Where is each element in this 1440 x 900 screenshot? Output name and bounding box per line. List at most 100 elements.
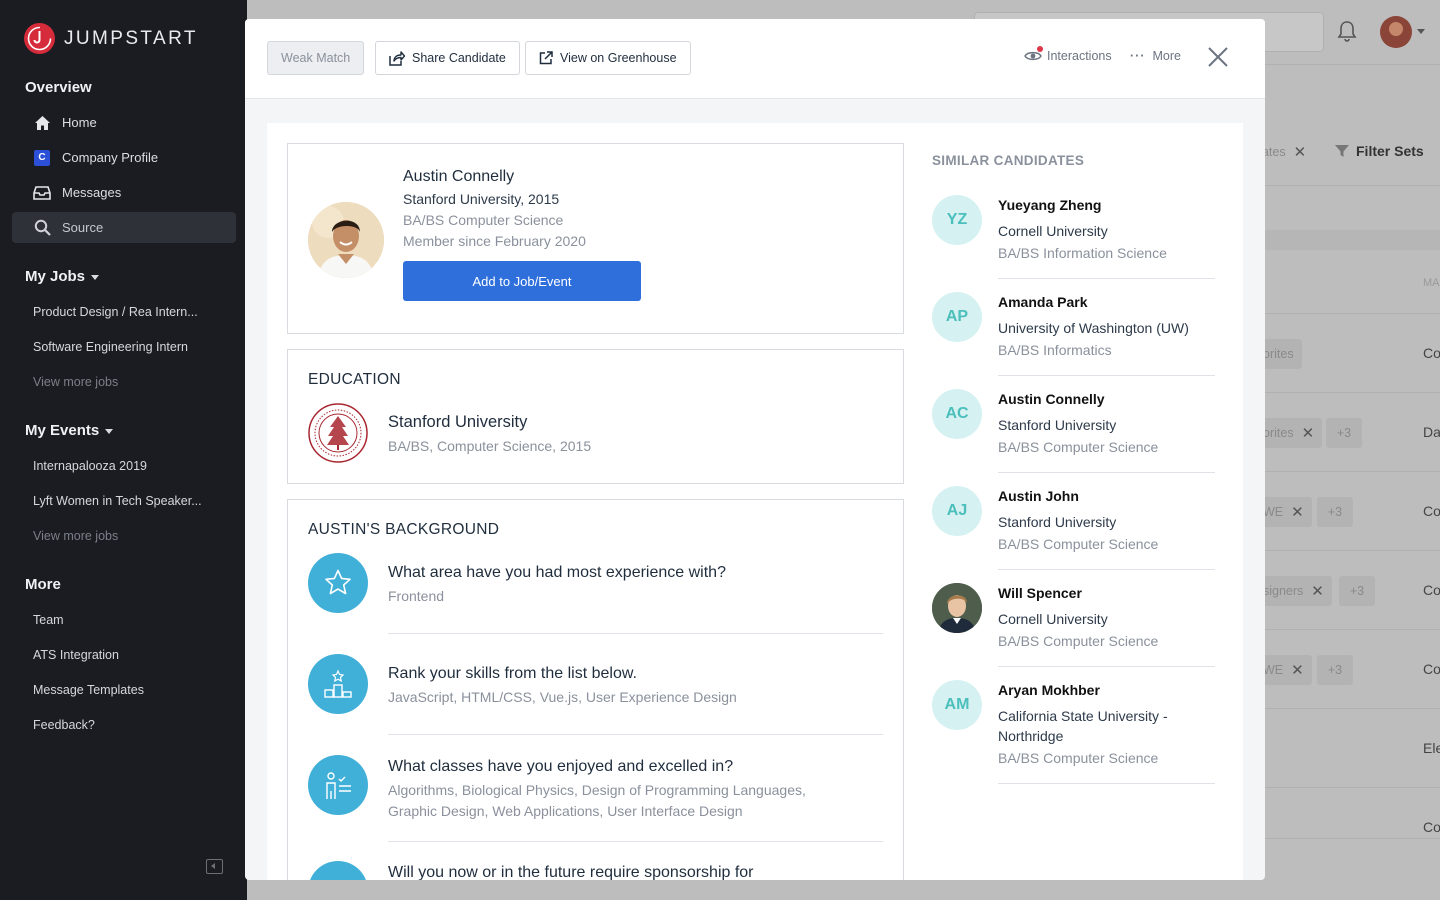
bg-cell: Co xyxy=(1423,345,1440,361)
avatar xyxy=(932,583,982,633)
section-overview: Overview xyxy=(25,79,92,96)
bg-plus-badge: +3 xyxy=(1326,418,1362,448)
question-text: Will you now or in the future require sp… xyxy=(388,864,754,880)
sidebar-item-home[interactable]: Home xyxy=(12,107,236,138)
member-since: Member since February 2020 xyxy=(403,233,586,249)
view-more-jobs-link[interactable]: View more jobs xyxy=(33,375,118,389)
candidate-avatar xyxy=(308,202,384,278)
education-title: EDUCATION xyxy=(308,371,401,388)
sidebar-job-item[interactable]: Product Design / Rea Intern... xyxy=(33,305,198,319)
avatar: AJ xyxy=(932,486,982,536)
bg-cell: Co xyxy=(1423,582,1440,598)
avatar: AC xyxy=(932,389,982,439)
close-icon[interactable] xyxy=(1207,46,1229,68)
similar-name: Aryan Mokhber xyxy=(998,682,1100,698)
sidebar-event-item[interactable]: Internapalooza 2019 xyxy=(33,459,147,473)
bg-plus-badge: +3 xyxy=(1317,497,1353,527)
similar-school: Cornell University xyxy=(998,611,1108,627)
chevron-down-icon xyxy=(1417,29,1425,34)
more-label: More xyxy=(1152,49,1181,63)
sidebar-event-item[interactable]: Lyft Women in Tech Speaker... xyxy=(33,494,202,508)
bg-cell: Co xyxy=(1423,819,1440,835)
divider xyxy=(998,278,1215,279)
similar-degree: BA/BS Information Science xyxy=(998,245,1167,261)
interactions-link[interactable]: Interactions xyxy=(1024,46,1112,63)
education-card: EDUCATION Stanford University BA/BS, Com… xyxy=(287,349,904,484)
sidebar-item-ats-integration[interactable]: ATS Integration xyxy=(33,648,119,662)
inbox-icon xyxy=(33,184,51,202)
sidebar-item-messages[interactable]: Messages xyxy=(12,177,236,208)
section-my-events[interactable]: My Events xyxy=(25,422,114,439)
brand-logo[interactable]: JUMPSTART xyxy=(24,23,198,54)
external-link-icon xyxy=(539,51,553,65)
close-icon: ✕ xyxy=(1293,144,1307,161)
divider xyxy=(998,375,1215,376)
bg-filter-sets: Filter Sets xyxy=(1334,143,1424,159)
bg-cell: Da xyxy=(1423,424,1440,440)
similar-school: University of Washington (UW) xyxy=(998,320,1189,336)
similar-school: Cornell University xyxy=(998,223,1108,239)
similar-school: Stanford University xyxy=(998,417,1117,433)
candidate-name: Austin Connelly xyxy=(403,168,515,185)
home-icon xyxy=(33,114,51,132)
notification-dot xyxy=(1037,46,1043,52)
button-label: View on Greenhouse xyxy=(560,51,677,65)
share-icon xyxy=(389,50,405,66)
similar-name: Austin John xyxy=(998,488,1079,504)
divider xyxy=(388,841,883,842)
filter-sets-label: Filter Sets xyxy=(1356,143,1424,159)
sidebar: JUMPSTART Overview Home C Company Profil… xyxy=(0,0,247,900)
similar-degree: BA/BS Computer Science xyxy=(998,536,1159,552)
section-my-jobs[interactable]: My Jobs xyxy=(25,268,100,285)
bg-chip: orites ✕ xyxy=(1255,418,1323,448)
candidate-degree: BA/BS Computer Science xyxy=(403,212,564,228)
similar-name: Amanda Park xyxy=(998,294,1088,310)
similar-school: California State University - Northridge xyxy=(998,708,1168,744)
button-label: Share Candidate xyxy=(412,51,506,65)
similar-name: Will Spencer xyxy=(998,585,1082,601)
avatar: AM xyxy=(932,680,982,730)
education-detail: BA/BS, Computer Science, 2015 xyxy=(388,438,592,454)
divider xyxy=(998,783,1215,784)
more-menu[interactable]: ··· More xyxy=(1130,49,1181,63)
bg-cell: Co xyxy=(1423,503,1440,519)
avatar: YZ xyxy=(932,195,982,245)
chevron-down-icon xyxy=(91,275,100,280)
question-text: What classes have you enjoyed and excell… xyxy=(388,758,734,775)
similar-school: Stanford University xyxy=(998,514,1117,530)
answer-text: Algorithms, Biological Physics, Design o… xyxy=(388,782,806,819)
interactions-label: Interactions xyxy=(1047,49,1112,63)
chevron-down-icon xyxy=(105,429,114,434)
collapse-sidebar-icon[interactable] xyxy=(206,859,223,874)
sidebar-item-team[interactable]: Team xyxy=(33,613,64,627)
sponsorship-icon xyxy=(308,861,368,880)
view-on-greenhouse-button[interactable]: View on Greenhouse xyxy=(525,41,691,75)
jumpstart-logo-icon xyxy=(24,23,55,54)
company-icon: C xyxy=(33,149,51,167)
add-to-job-event-button[interactable]: Add to Job/Event xyxy=(403,261,641,301)
candidate-modal: Weak Match Share Candidate View on Green… xyxy=(245,19,1265,880)
modal-body: Austin Connelly Stanford University, 201… xyxy=(267,123,1243,880)
divider xyxy=(388,633,883,634)
similar-candidates-title: SIMILAR CANDIDATES xyxy=(932,153,1085,168)
divider xyxy=(998,472,1215,473)
sidebar-item-message-templates[interactable]: Message Templates xyxy=(33,683,144,697)
bg-cell: Ele xyxy=(1423,740,1440,756)
teacher-board-icon xyxy=(308,755,368,815)
answer-text: Frontend xyxy=(388,588,445,604)
share-candidate-button[interactable]: Share Candidate xyxy=(375,41,520,75)
sidebar-job-item[interactable]: Software Engineering Intern xyxy=(33,340,188,354)
sidebar-item-company-profile[interactable]: C Company Profile xyxy=(12,142,236,173)
sidebar-item-label: Home xyxy=(62,115,97,130)
sidebar-item-label: Source xyxy=(62,220,104,235)
weak-match-button[interactable]: Weak Match xyxy=(267,41,365,75)
background-title: AUSTIN'S BACKGROUND xyxy=(308,521,500,538)
view-more-events-link[interactable]: View more jobs xyxy=(33,529,118,543)
bg-plus-badge: +3 xyxy=(1317,655,1353,685)
sidebar-item-source[interactable]: Source xyxy=(12,212,236,243)
bg-plus-badge: +3 xyxy=(1339,576,1375,606)
divider xyxy=(998,666,1215,667)
question-text: Rank your skills from the list below. xyxy=(388,665,637,682)
bell-icon xyxy=(1337,20,1357,47)
sidebar-item-feedback[interactable]: Feedback? xyxy=(33,718,95,732)
